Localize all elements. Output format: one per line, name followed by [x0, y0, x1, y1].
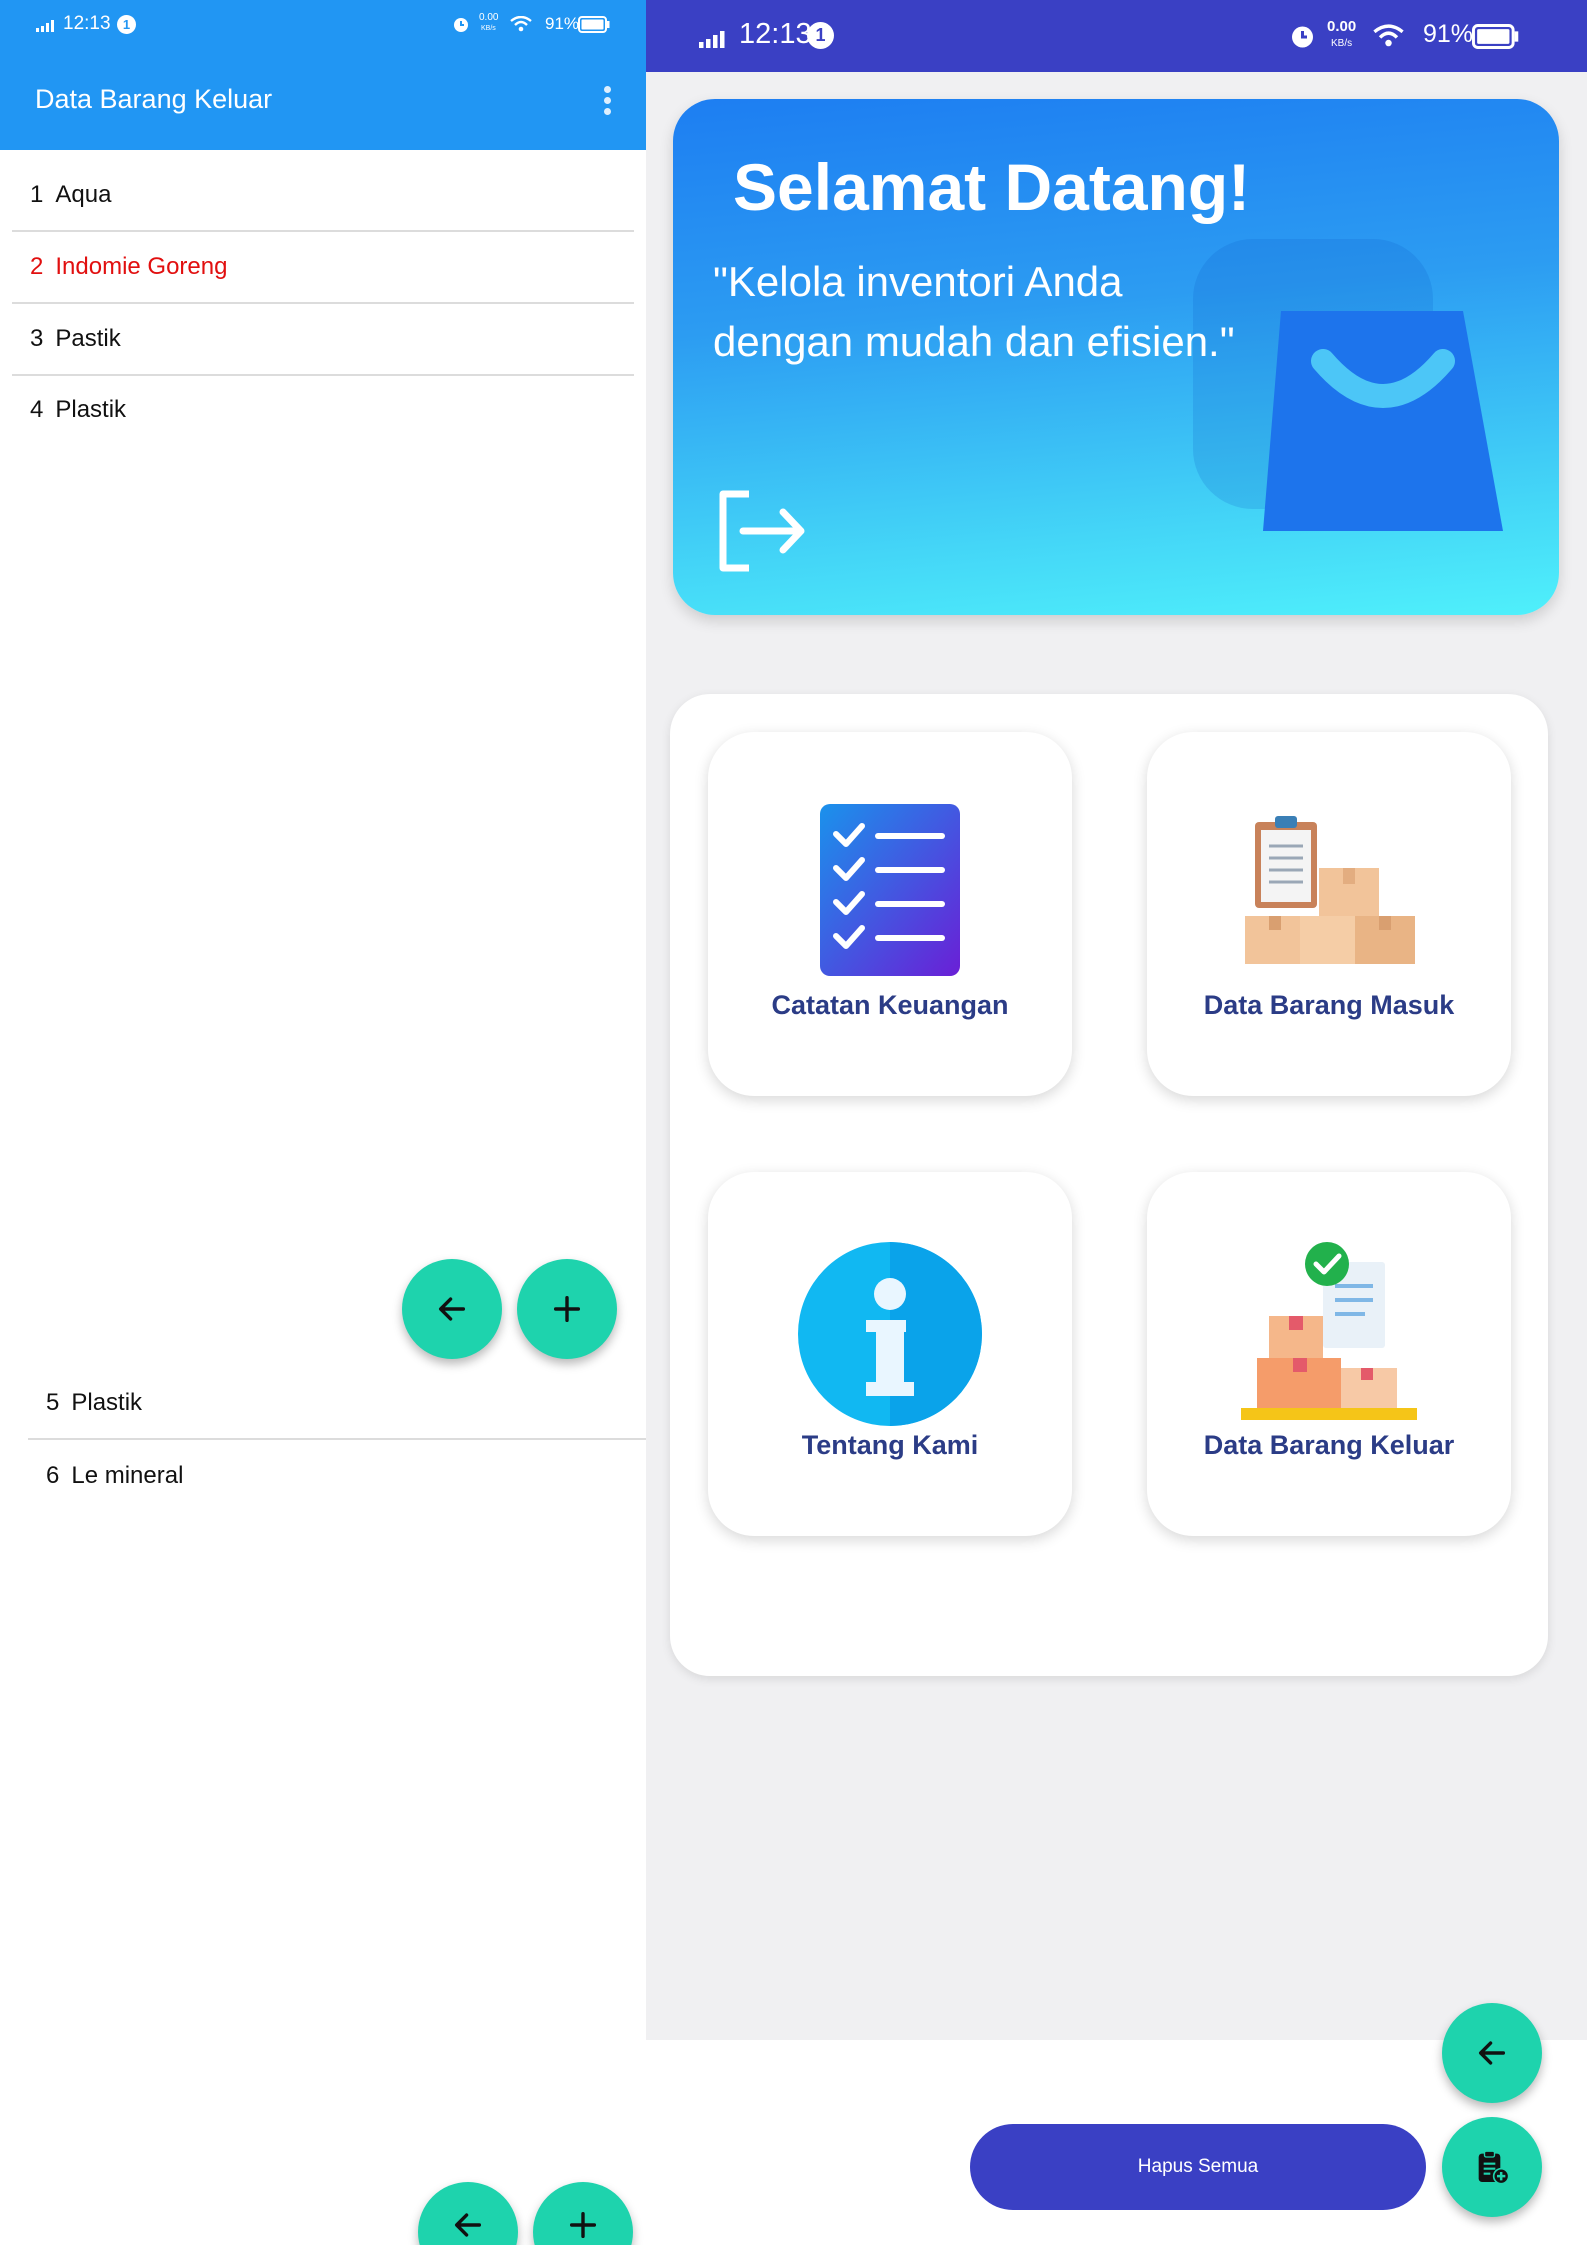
menu-tile-catatan-keuangan[interactable]: Catatan Keuangan: [708, 732, 1072, 1096]
more-vert-icon[interactable]: [592, 80, 622, 120]
plus-icon: [553, 1295, 581, 1323]
item-name: Plastik: [71, 1389, 143, 1416]
wifi-icon: [1373, 24, 1404, 47]
menu-grid-card: Catatan Keuangan Data Barang Masuk Tenta…: [670, 694, 1548, 1676]
list-item[interactable]: 6 Le mineral: [28, 1440, 646, 1512]
back-fab[interactable]: [402, 1259, 502, 1359]
checklist-icon: [820, 804, 960, 976]
add-fab-bottom[interactable]: [533, 2182, 633, 2245]
arrow-left-icon: [438, 1297, 466, 1321]
arrow-left-icon: [1478, 2041, 1506, 2065]
list-item[interactable]: 4 Plastik: [12, 374, 634, 446]
banner-subtitle: "Kelola inventori Anda dengan mudah dan …: [713, 258, 1235, 365]
menu-label: Data Barang Masuk: [1203, 990, 1455, 1020]
back-fab[interactable]: [1442, 2003, 1542, 2103]
boxes-checkmark-icon: [1241, 1242, 1417, 1420]
plus-icon: [569, 2211, 597, 2239]
net-speed-value: 0.00: [479, 12, 499, 23]
composite-screenshot: 12:13 1 0.00 KB/s 91% Data Barang Keluar: [0, 0, 1587, 2245]
add-fab[interactable]: [517, 1259, 617, 1359]
add-record-fab[interactable]: [1442, 2117, 1542, 2217]
list-item[interactable]: 3 Pastik: [12, 304, 634, 376]
item-name: Pastik: [55, 325, 121, 352]
clipboard-boxes-icon: [1245, 816, 1415, 964]
list-item[interactable]: 5 Plastik: [28, 1368, 646, 1440]
menu-label: Catatan Keuangan: [771, 990, 1009, 1020]
status-time: 12:13: [739, 18, 812, 50]
left-screen-data-barang-keluar: 12:13 1 0.00 KB/s 91% Data Barang Keluar: [0, 0, 646, 2245]
status-time: 12:13: [63, 13, 111, 34]
banner-title: Selamat Datang!: [733, 150, 1251, 224]
menu-tile-data-barang-masuk[interactable]: Data Barang Masuk: [1147, 732, 1511, 1096]
net-speed-unit: KB/s: [1331, 38, 1353, 49]
item-number: 1: [30, 181, 44, 208]
logout-icon[interactable]: [717, 490, 807, 572]
wifi-icon: [510, 16, 532, 32]
item-number: 3: [30, 325, 44, 352]
list-item-selected[interactable]: 2 Indomie Goreng: [12, 232, 634, 304]
battery-percent: 91%: [1423, 20, 1474, 48]
item-name: Indomie Goreng: [55, 253, 228, 280]
notification-badge: 1: [807, 22, 834, 49]
menu-label: Tentang Kami: [801, 1430, 979, 1460]
status-bar: 12:13 1 0.00 KB/s 91%: [0, 0, 646, 50]
battery-percent: 91%: [545, 14, 580, 33]
back-fab-bottom[interactable]: [418, 2182, 518, 2245]
welcome-banner: Selamat Datang! "Kelola inventori Anda d…: [673, 99, 1559, 615]
status-bar: 12:13 1 0.00 KB/s 91%: [646, 0, 1587, 72]
info-icon: [798, 1242, 982, 1426]
notification-badge: 1: [117, 15, 136, 34]
clipboard-add-icon: [1478, 2150, 1510, 2185]
arrow-left-icon: [454, 2213, 482, 2237]
item-number: 6: [46, 1462, 60, 1489]
hapus-semua-button[interactable]: Hapus Semua: [970, 2124, 1426, 2210]
signal-icon: [699, 31, 725, 48]
battery-icon: [1472, 24, 1519, 49]
alarm-icon: [1292, 26, 1313, 48]
menu-label: Data Barang Keluar: [1203, 1430, 1455, 1460]
app-bar: Data Barang Keluar: [0, 50, 646, 150]
item-number: 5: [46, 1389, 60, 1416]
battery-icon: [578, 16, 610, 33]
menu-tile-data-barang-keluar[interactable]: Data Barang Keluar: [1147, 1172, 1511, 1536]
net-speed-unit: KB/s: [481, 25, 496, 32]
item-name: Plastik: [55, 396, 127, 423]
right-screen-dashboard: 12:13 1 0.00 KB/s 91% Selamat Datang! "K…: [646, 0, 1587, 2245]
list-item[interactable]: 1 Aqua: [12, 160, 634, 232]
alarm-icon: [454, 18, 468, 32]
item-name: Aqua: [55, 181, 112, 208]
menu-tile-tentang-kami[interactable]: Tentang Kami: [708, 1172, 1072, 1536]
signal-icon: [36, 20, 54, 32]
item-number: 4: [30, 396, 44, 423]
item-name: Le mineral: [71, 1462, 184, 1489]
item-number: 2: [30, 253, 44, 280]
app-bar-title: Data Barang Keluar: [35, 84, 273, 114]
net-speed-value: 0.00: [1327, 18, 1357, 35]
